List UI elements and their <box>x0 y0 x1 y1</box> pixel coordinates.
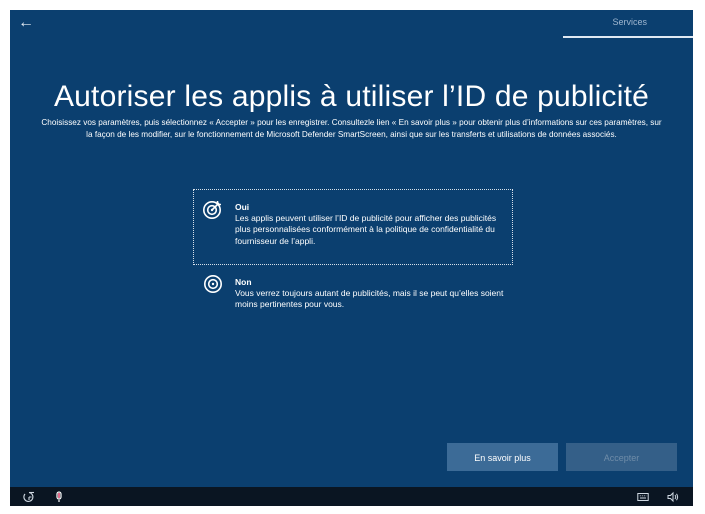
option-yes-text: Oui Les applis peuvent utiliser l’ID de … <box>235 202 505 247</box>
oobe-screen: ← Services Autoriser les applis à utilis… <box>10 10 693 506</box>
taskbar <box>10 487 693 506</box>
accessibility-icon[interactable] <box>22 490 36 504</box>
learn-more-button[interactable]: En savoir plus <box>447 443 558 471</box>
option-no-body: Vous verrez toujours autant de publicité… <box>235 288 504 310</box>
microphone-icon[interactable] <box>52 490 66 504</box>
accept-button[interactable]: Accepter <box>566 443 677 471</box>
option-yes[interactable]: Oui Les applis peuvent utiliser l’ID de … <box>193 189 513 265</box>
option-yes-body: Les applis peuvent utiliser l’ID de publ… <box>235 213 497 246</box>
option-no-title: Non <box>235 277 252 287</box>
back-arrow-icon[interactable]: ← <box>18 13 34 33</box>
tab-underline <box>563 36 693 38</box>
option-yes-title: Oui <box>235 202 250 212</box>
page-description: Choisissez vos paramètres, puis sélectio… <box>41 118 662 139</box>
keyboard-icon[interactable] <box>636 490 650 504</box>
tab-services: Services <box>612 17 647 27</box>
option-no[interactable]: Non Vous verrez toujours autant de publi… <box>194 265 512 325</box>
top-bar: ← Services <box>10 10 693 38</box>
page-title: Autoriser les applis à utiliser l’ID de … <box>53 80 650 113</box>
volume-icon[interactable] <box>666 490 680 504</box>
option-no-text: Non Vous verrez toujours autant de publi… <box>235 277 505 311</box>
target-icon <box>202 273 224 295</box>
target-check-icon <box>202 198 224 220</box>
